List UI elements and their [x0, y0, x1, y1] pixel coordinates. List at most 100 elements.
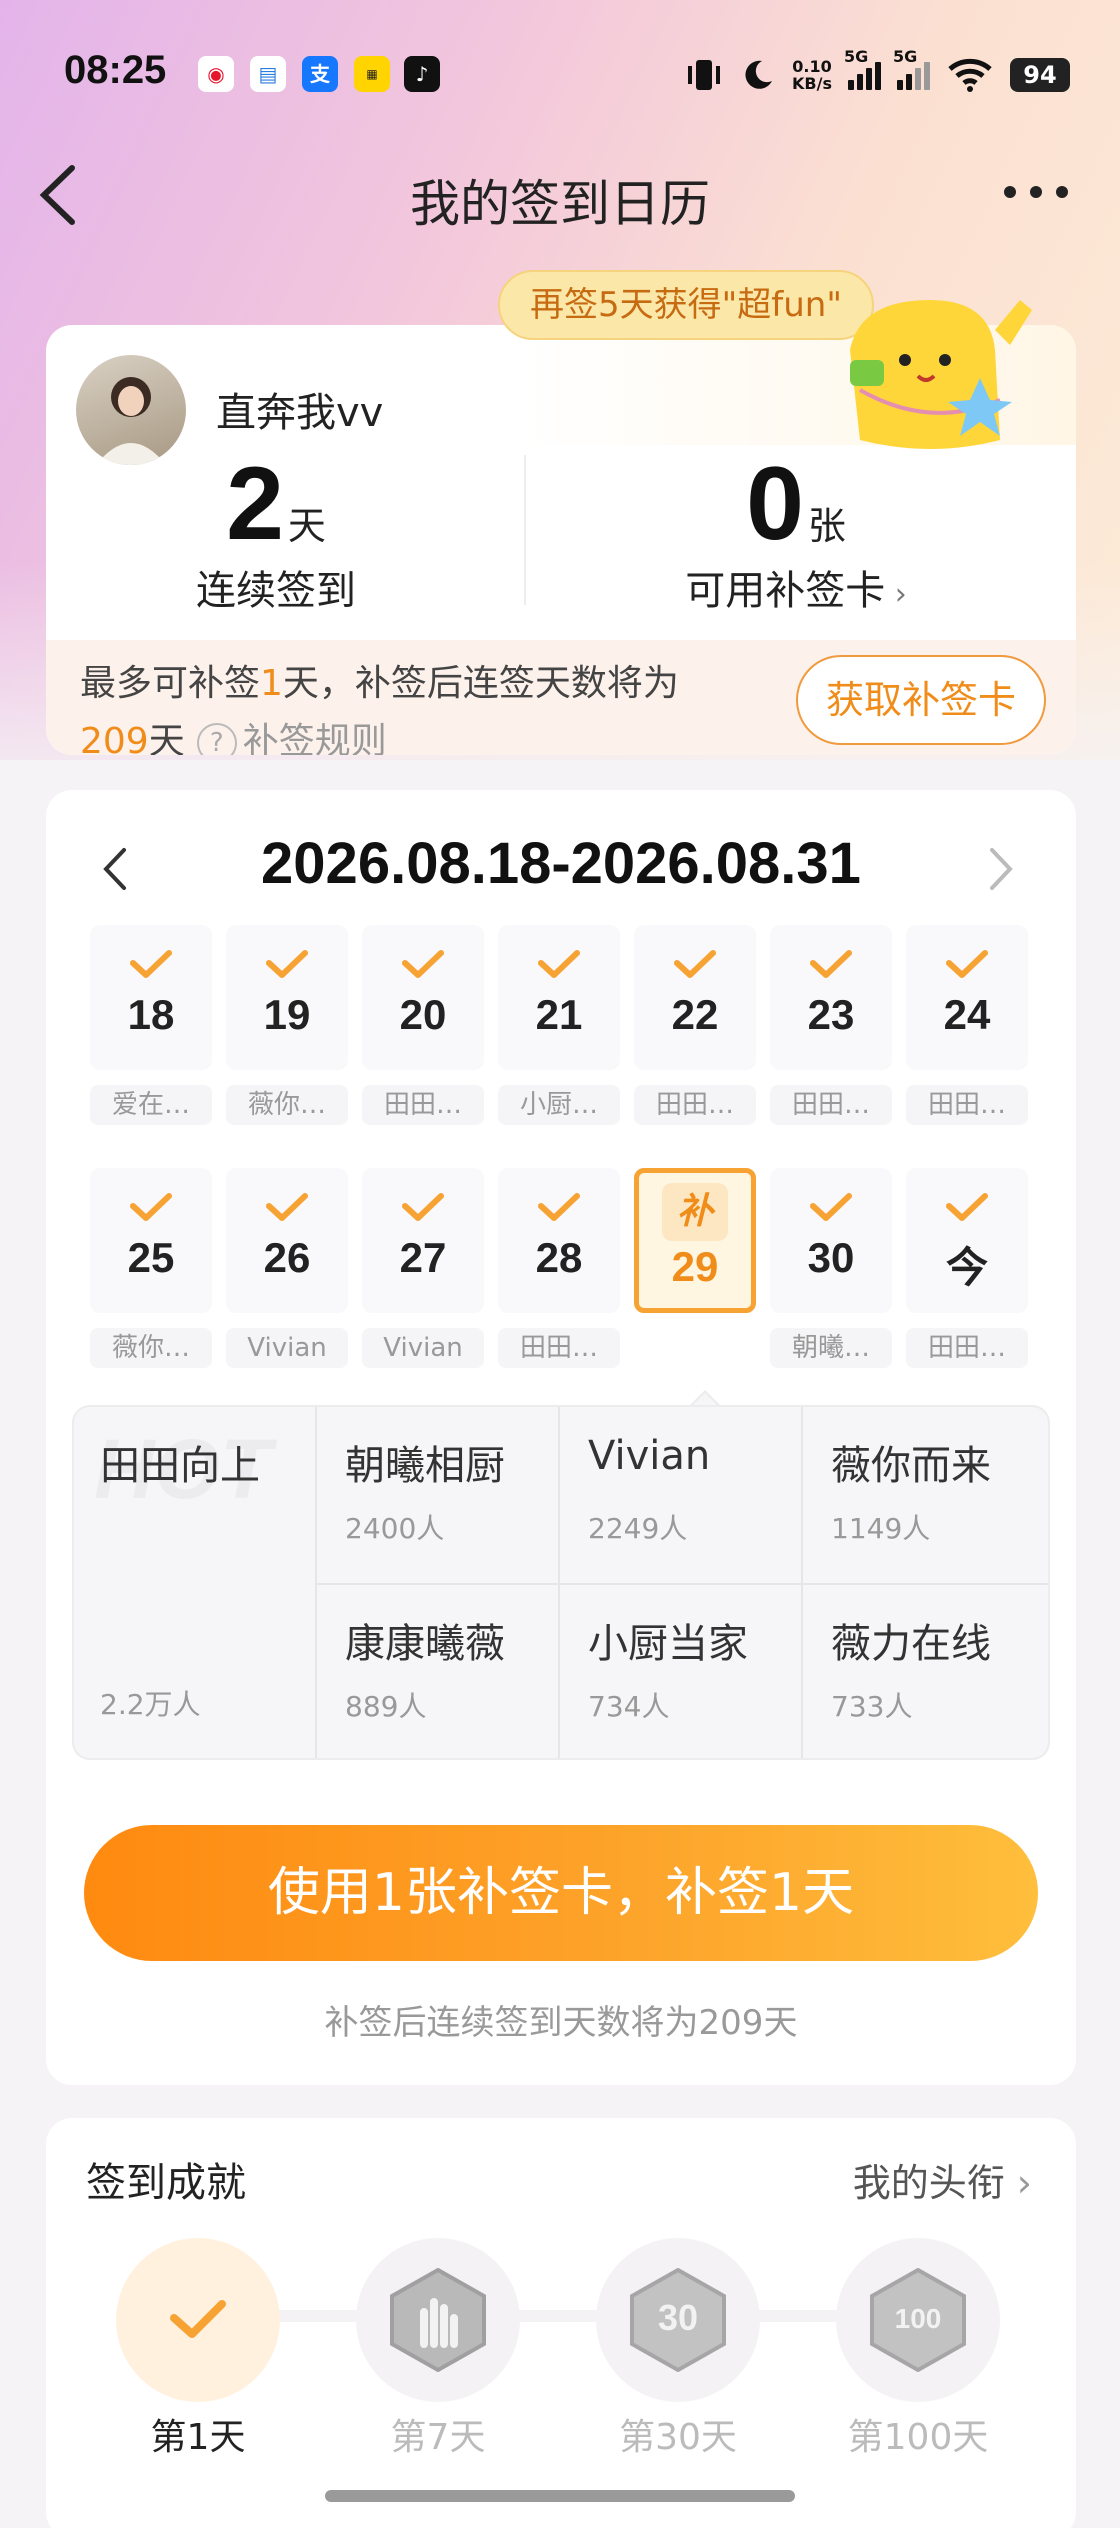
calendar-day[interactable]: 28	[498, 1168, 620, 1313]
message-app-icon: ▤	[250, 56, 286, 92]
mascot-icon	[850, 300, 1032, 449]
day-number: 27	[399, 1234, 447, 1281]
use-makeup-card-button[interactable]: 使用1张补签卡，补签1天	[84, 1825, 1038, 1961]
cards-label-row: 可用补签卡 ›	[646, 558, 946, 616]
net-speed-value: 0.10	[792, 57, 832, 76]
streak-stat: 2天 连续签到	[126, 445, 426, 616]
day-group-label: 田田…	[362, 1085, 484, 1125]
makeup-total: 209	[80, 721, 149, 755]
makeup-rule-link[interactable]: 补签规则	[243, 721, 387, 755]
day-number: 今	[945, 1244, 988, 1291]
group-cell[interactable]: 薇力在线 733人	[803, 1585, 1046, 1758]
group-cell[interactable]: 薇你而来 1149人	[803, 1407, 1046, 1585]
calendar-day[interactable]: 18	[90, 925, 212, 1070]
group-cell[interactable]: 朝曦相厨 2400人	[317, 1407, 560, 1585]
makeup-mid: 天，补签后连签天数将为	[282, 663, 679, 704]
day-group-label: 薇你…	[90, 1328, 212, 1368]
makeup-info-text: 最多可补签1天，补签后连签天数将为 209天? 补签规则	[80, 655, 780, 755]
medal-label: 第30天	[619, 2417, 737, 2458]
medal-label: 第1天	[150, 2417, 246, 2458]
calendar-day[interactable]: 24	[906, 925, 1028, 1070]
day-number: 28	[535, 1234, 583, 1281]
makeup-total-unit: 天	[148, 721, 185, 755]
day-group-label: Vivian	[362, 1328, 484, 1368]
day-group-label: 田田…	[906, 1328, 1028, 1368]
days-30-badge-icon: 30	[630, 2268, 726, 2372]
makeup-days: 1	[260, 663, 283, 704]
day-group-label: 田田…	[634, 1085, 756, 1125]
day-group-label: 田田…	[498, 1328, 620, 1368]
more-options-icon[interactable]	[1004, 186, 1068, 198]
check-icon	[810, 1193, 852, 1221]
alipay-icon: 支	[302, 56, 338, 92]
achievements-card: 签到成就 我的头衔 › 30 100 第1天 第7天 第30天 第100天	[46, 2118, 1076, 2528]
group-name: 朝曦相厨	[345, 1443, 505, 1489]
check-icon	[130, 1193, 172, 1221]
status-right-group: 0.10 KB/s 5G 5G 94	[684, 47, 1070, 100]
medal-label: 第7天	[390, 2417, 486, 2458]
group-ranking-table: HOT 田田向上 2.2万人 朝曦相厨 2400人 Vivian 2249人 薇…	[72, 1405, 1050, 1760]
username: 直奔我vv	[216, 390, 384, 436]
day-group-label: 朝曦…	[770, 1328, 892, 1368]
check-icon	[130, 950, 172, 978]
stat-divider	[524, 455, 526, 605]
next-period-icon[interactable]	[986, 844, 1016, 894]
group-count: 2400人	[345, 1512, 445, 1545]
medal-label: 第100天	[847, 2417, 989, 2458]
group-name: 田田向上	[100, 1443, 260, 1489]
cards-unit: 张	[807, 504, 846, 548]
calendar-day[interactable]: 19	[226, 925, 348, 1070]
calendar-day[interactable]: 补 29	[634, 1168, 756, 1313]
promo-bubble: 再签5天获得"超fun"	[498, 270, 874, 340]
calendar-day[interactable]: 22	[634, 925, 756, 1070]
sim1-type: 5G	[844, 47, 869, 66]
calendar-day[interactable]: 26	[226, 1168, 348, 1313]
group-name: 薇力在线	[831, 1621, 991, 1667]
sim2-type: 5G	[893, 47, 918, 66]
get-makeup-card-button[interactable]: 获取补签卡	[796, 655, 1046, 745]
group-cell[interactable]: 小厨当家 734人	[560, 1585, 803, 1758]
chevron-right-icon: ›	[1004, 2161, 1032, 2205]
home-indicator[interactable]	[325, 2490, 795, 2502]
chevron-right-icon: ›	[885, 577, 907, 612]
group-cell[interactable]: Vivian 2249人	[560, 1407, 803, 1585]
group-count: 1149人	[831, 1512, 931, 1545]
makeup-cards-stat[interactable]: 0张 可用补签卡 ›	[646, 445, 946, 616]
calendar-day[interactable]: 27	[362, 1168, 484, 1313]
my-titles-link[interactable]: 我的头衔 ›	[853, 2152, 1032, 2207]
check-icon	[810, 950, 852, 978]
calendar-day[interactable]: 20	[362, 925, 484, 1070]
calendar-card: 2026.08.18-2026.08.31 18 爱在… 19 薇你… 20 田田… 21 小…	[46, 790, 1076, 2085]
medal-day1[interactable]	[116, 2238, 280, 2402]
medal-day30[interactable]: 30	[596, 2238, 760, 2402]
day-number: 21	[535, 991, 583, 1038]
check-icon	[402, 950, 444, 978]
medal-day7[interactable]	[356, 2238, 520, 2402]
calendar-day[interactable]: 25	[90, 1168, 212, 1313]
calendar-day[interactable]: 今	[906, 1168, 1028, 1313]
days-100-badge-icon: 100	[870, 2268, 966, 2372]
net-speed-unit: KB/s	[792, 74, 832, 93]
net-speed: 0.10 KB/s	[792, 58, 832, 92]
achievement-track	[196, 2310, 936, 2322]
day-group-label: 爱在…	[90, 1085, 212, 1125]
calendar-day[interactable]: 21	[498, 925, 620, 1070]
signal-1: 5G	[844, 48, 881, 90]
help-question-icon[interactable]: ?	[196, 723, 237, 755]
calendar-day[interactable]: 30	[770, 1168, 892, 1313]
group-cell[interactable]: 康康曦薇 889人	[317, 1585, 560, 1758]
day-group-label: 田田…	[906, 1085, 1028, 1125]
makeup-prefix: 最多可补签	[80, 663, 261, 704]
check-icon	[946, 950, 988, 978]
svg-text:30: 30	[658, 2297, 698, 2338]
medal-day100[interactable]: 100	[836, 2238, 1000, 2402]
wifi-icon	[948, 58, 992, 92]
day-group-label: 小厨…	[498, 1085, 620, 1125]
day-number: 22	[671, 991, 719, 1038]
group-cell-top[interactable]: HOT 田田向上 2.2万人	[74, 1407, 317, 1758]
weibo-icon: ◉	[198, 56, 234, 92]
group-name: Vivian	[588, 1433, 711, 1479]
day-number: 19	[263, 991, 311, 1038]
check-icon	[538, 950, 580, 978]
calendar-day[interactable]: 23	[770, 925, 892, 1070]
